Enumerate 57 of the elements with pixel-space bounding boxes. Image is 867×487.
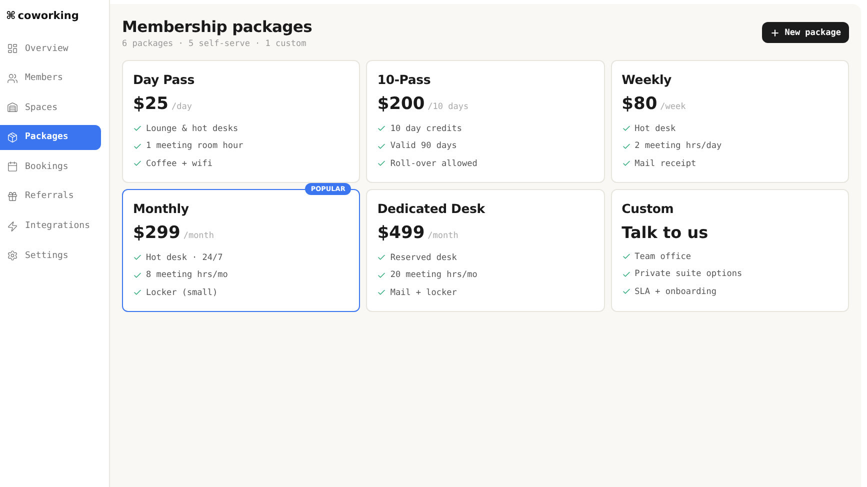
brand-glyph: ⌘ (6, 10, 16, 22)
package-name: Custom (622, 201, 675, 216)
feature-text: Hot desk · 24/7 (146, 252, 223, 263)
sidebar-item[interactable]: Bookings (0, 154, 101, 180)
package-name: 10-Pass (377, 72, 432, 87)
feature-text: 1 meeting room hour (146, 141, 244, 152)
sidebar-item[interactable]: Members (0, 66, 101, 91)
package-name: Day Pass (133, 72, 196, 87)
plus-icon (770, 28, 780, 38)
price-period: /month (428, 231, 458, 241)
package-icon (7, 132, 18, 143)
package-price: $25 (133, 94, 168, 114)
feature-text: 2 meeting hrs/day (634, 141, 722, 152)
package-name: Dedicated Desk (377, 201, 486, 216)
feature-text: Hot desk (634, 124, 676, 134)
sidebar-item[interactable]: Settings (0, 243, 101, 268)
feature-text: Team office (634, 252, 691, 262)
calendar-icon (7, 161, 18, 172)
feature-text: Coffee + wifi (146, 158, 213, 169)
brand-name: coworking (18, 10, 79, 22)
sidebar-item[interactable]: Packages (0, 124, 101, 150)
gift-icon (7, 190, 18, 202)
price-period: /month (183, 231, 214, 241)
package-price: $499 (377, 223, 425, 243)
package-name: Weekly (622, 72, 672, 87)
feature-text: 20 meeting hrs/mo (390, 270, 478, 280)
package-price: $80 (622, 94, 658, 114)
feature-text: Mail + locker (390, 288, 457, 298)
feature-text: Valid 90 days (390, 141, 457, 152)
price-period: /week (660, 102, 686, 112)
package-price: $200 (377, 94, 425, 114)
feature-text: Private suite options (634, 269, 742, 280)
page-title: Membership packages (122, 18, 312, 36)
sidebar-item[interactable]: Integrations (0, 214, 101, 239)
package-price: Talk to us (622, 223, 708, 242)
feature-text: SLA + onboarding (634, 286, 717, 297)
users-icon (7, 72, 18, 84)
new-package-button[interactable]: New package (762, 22, 849, 43)
price-period: /10 days (428, 102, 469, 112)
settings-icon (7, 250, 18, 262)
dashboard-icon (7, 43, 18, 54)
page-subtitle: 6 packages · 5 self-serve · 1 custom (122, 39, 308, 49)
package-price: $299 (133, 223, 180, 243)
lightning-icon (7, 220, 18, 232)
feature-text: Locker (small) (146, 288, 218, 298)
feature-text: 8 meeting hrs/mo (146, 270, 228, 280)
sidebar-item[interactable]: Spaces (0, 95, 101, 120)
feature-text: Mail receipt (634, 158, 696, 169)
feature-text: Roll-over allowed (390, 158, 478, 169)
feature-text: 10 day credits (390, 124, 462, 134)
feature-text: Lounge & hot desks (146, 124, 238, 134)
feature-text: Reserved desk (390, 252, 457, 263)
sidebar-item[interactable]: Overview (0, 36, 101, 61)
price-period: /day (172, 102, 192, 112)
sidebar-item[interactable]: Referrals (0, 184, 101, 209)
package-name: Monthly (133, 201, 190, 216)
building-icon (7, 102, 18, 114)
